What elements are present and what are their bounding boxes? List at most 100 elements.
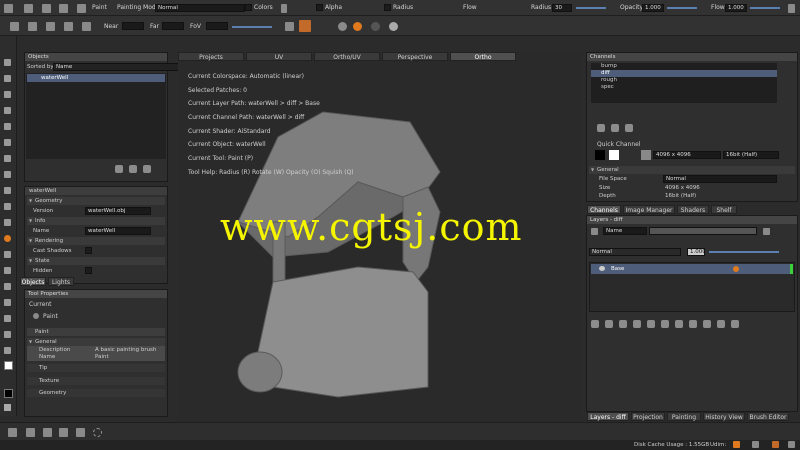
tab-objects[interactable]: Objects xyxy=(20,277,46,286)
active-tool[interactable] xyxy=(3,234,13,244)
object-add-icon[interactable] xyxy=(115,165,123,173)
far-input[interactable] xyxy=(162,22,184,30)
lasso-icon[interactable] xyxy=(93,428,102,437)
colors-dropdown-icon[interactable] xyxy=(281,4,287,13)
opacity-slider[interactable] xyxy=(667,7,697,9)
paint-tool-icon[interactable] xyxy=(77,4,86,13)
layer-filter-icon[interactable] xyxy=(689,320,697,328)
rendering-section[interactable]: Rendering xyxy=(27,237,165,245)
object-delete-icon[interactable] xyxy=(143,165,151,173)
channel-item-rough[interactable]: rough xyxy=(591,77,777,84)
geometry-row[interactable]: Geometry xyxy=(27,389,165,397)
grey-sphere-icon[interactable] xyxy=(338,22,347,31)
tab-layers-diff[interactable]: Layers - diff xyxy=(587,412,629,421)
move-icon[interactable] xyxy=(26,428,35,437)
painting-mode-select[interactable]: Normal xyxy=(155,4,245,12)
transform-tool[interactable] xyxy=(3,74,13,84)
view-icon-1[interactable] xyxy=(10,22,19,31)
line-tool[interactable] xyxy=(3,346,13,356)
fov-input[interactable] xyxy=(206,22,228,30)
channel-refresh-icon[interactable] xyxy=(611,124,619,132)
quick-channel-depth[interactable]: 16bit (Half) xyxy=(723,151,779,159)
state-section[interactable]: State xyxy=(27,257,165,265)
eraser-tool[interactable] xyxy=(3,106,13,116)
object-link-icon[interactable] xyxy=(129,165,137,173)
paint-tool[interactable] xyxy=(3,90,13,100)
save-icon[interactable] xyxy=(42,4,51,13)
new-file-icon[interactable] xyxy=(4,4,13,13)
tab-shaders[interactable]: Shaders xyxy=(677,205,709,214)
open-file-icon[interactable] xyxy=(24,4,33,13)
layer-adjust-icon[interactable] xyxy=(619,320,627,328)
info-section[interactable]: Info xyxy=(27,217,165,225)
layer-more-icon[interactable] xyxy=(717,320,725,328)
dark-sphere-icon[interactable] xyxy=(371,22,380,31)
near-input[interactable] xyxy=(122,22,144,30)
ruler-tool[interactable] xyxy=(3,250,13,260)
version-select[interactable]: waterWell.obj xyxy=(85,207,151,215)
quick-channel-checker-swatch[interactable] xyxy=(641,150,651,160)
select-tool[interactable] xyxy=(3,58,13,68)
colors-checkbox[interactable] xyxy=(245,4,252,11)
gizmo-tool[interactable] xyxy=(3,330,13,340)
tab-channels[interactable]: Channels xyxy=(587,205,621,214)
mask-tool[interactable] xyxy=(3,266,13,276)
texture-row[interactable]: Texture xyxy=(27,377,165,385)
layer-paint-icon[interactable] xyxy=(605,320,613,328)
channel-add-icon[interactable] xyxy=(597,124,605,132)
cube-icon[interactable] xyxy=(59,4,68,13)
light-tool[interactable] xyxy=(3,298,13,308)
view-icon-3[interactable] xyxy=(46,22,55,31)
picker-tool[interactable] xyxy=(3,202,13,212)
geometry-section[interactable]: Geometry xyxy=(27,197,165,205)
file-space-select[interactable]: Normal xyxy=(663,175,777,183)
flow-slider[interactable] xyxy=(750,7,780,9)
channel-item-bump[interactable]: bump xyxy=(591,63,777,70)
orange-sphere-icon[interactable] xyxy=(353,22,362,31)
tab-history-view[interactable]: History View xyxy=(703,412,745,421)
brush-settings-icon[interactable] xyxy=(299,20,311,32)
opacity-input[interactable]: 1.000 xyxy=(642,4,664,12)
zoom-icon[interactable] xyxy=(59,428,68,437)
down-arrow-icon[interactable] xyxy=(43,428,52,437)
eye-icon[interactable] xyxy=(599,266,605,271)
object-item[interactable]: waterWell xyxy=(27,74,165,82)
general-section[interactable]: General xyxy=(27,338,165,346)
undo-icon[interactable] xyxy=(8,428,17,437)
quick-channel-black-swatch[interactable] xyxy=(595,150,605,160)
smudge-tool[interactable] xyxy=(3,138,13,148)
layer-duplicate-icon[interactable] xyxy=(647,320,655,328)
layer-delete-icon[interactable] xyxy=(731,320,739,328)
tab-brush-editor[interactable]: Brush Editor xyxy=(747,412,789,421)
foreground-color-swatch[interactable] xyxy=(4,361,13,370)
channel-item-spec[interactable]: spec xyxy=(591,84,777,91)
hidden-checkbox[interactable] xyxy=(85,267,92,274)
quick-channel-white-swatch[interactable] xyxy=(609,150,619,160)
view-icon-4[interactable] xyxy=(64,22,73,31)
flow-input[interactable]: 1.000 xyxy=(725,4,747,12)
patch-tool[interactable] xyxy=(3,282,13,292)
fill-tool[interactable] xyxy=(3,170,13,180)
swap-colors-icon[interactable] xyxy=(4,404,11,411)
layer-mask-add-icon[interactable] xyxy=(661,320,669,328)
layer-opacity-slider[interactable] xyxy=(709,251,779,253)
background-color-swatch[interactable] xyxy=(4,389,13,398)
gradient-tool[interactable] xyxy=(3,186,13,196)
channel-item-diff[interactable]: diff xyxy=(591,70,777,77)
settings-icon[interactable] xyxy=(788,4,795,13)
channel-settings-icon[interactable] xyxy=(625,124,633,132)
view-icon-5[interactable] xyxy=(82,22,91,31)
radius-checkbox[interactable] xyxy=(384,4,391,11)
cast-shadows-checkbox[interactable] xyxy=(85,247,92,254)
layer-search-icon[interactable] xyxy=(591,228,598,235)
tab-painting[interactable]: Painting xyxy=(667,412,701,421)
layer-group-icon[interactable] xyxy=(633,320,641,328)
channel-general-section[interactable]: General xyxy=(589,166,795,174)
shaded-sphere-icon[interactable] xyxy=(389,22,398,31)
alpha-checkbox[interactable] xyxy=(316,4,323,11)
layer-filter-select[interactable]: Name xyxy=(603,227,647,235)
tip-row[interactable]: Tip xyxy=(27,364,165,372)
layer-grid-icon[interactable] xyxy=(703,320,711,328)
layer-item-base[interactable]: Base xyxy=(591,264,793,274)
quick-channel-resolution[interactable]: 4096 x 4096 xyxy=(653,151,721,159)
